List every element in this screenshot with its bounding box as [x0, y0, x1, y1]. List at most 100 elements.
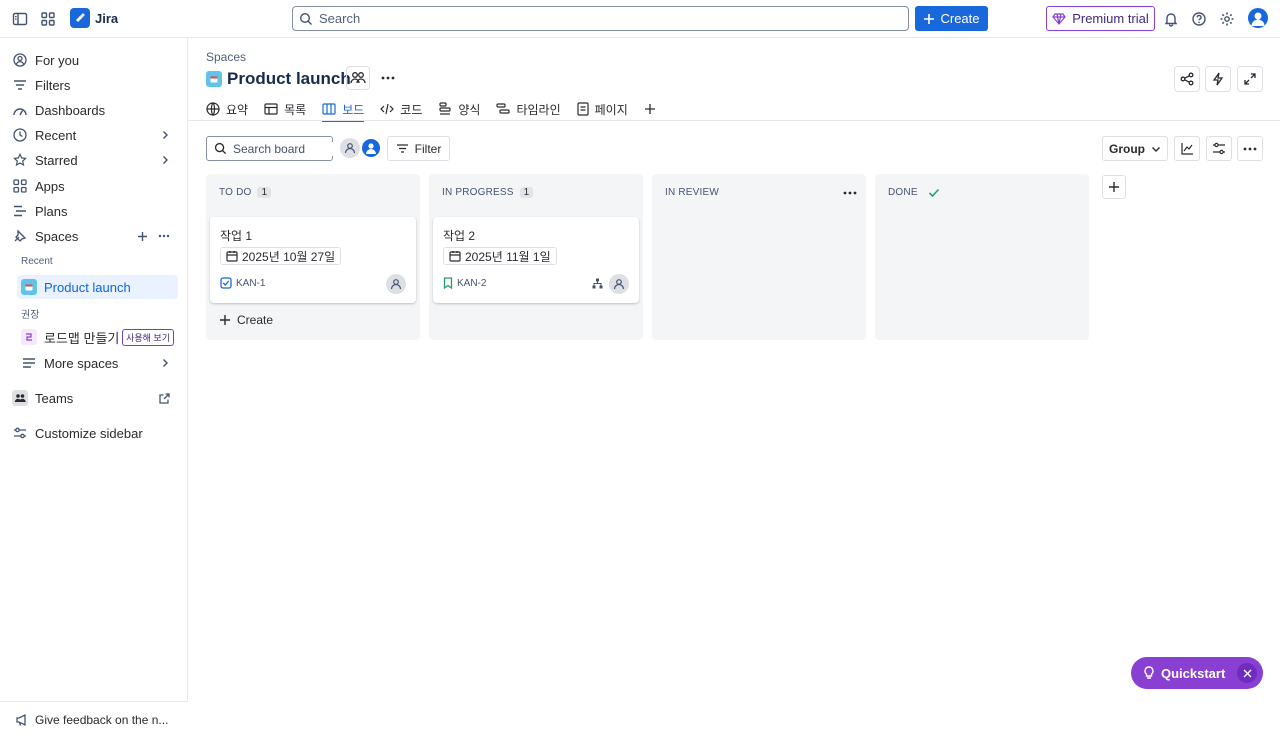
- page-title: Product launch: [227, 69, 351, 88]
- more-options-icon[interactable]: [843, 191, 857, 195]
- issue-card[interactable]: 작업 2 2025년 11월 1일 KAN-2: [433, 217, 639, 303]
- jira-logo-icon[interactable]: [70, 8, 90, 28]
- automation-lightning-icon[interactable]: [1205, 66, 1231, 92]
- more-options-icon[interactable]: [381, 76, 395, 80]
- sidebar-item-more-spaces[interactable]: More spaces: [17, 351, 178, 375]
- spaces-icon: [12, 228, 28, 244]
- premium-trial-button[interactable]: Premium trial: [1046, 6, 1155, 31]
- share-icon[interactable]: [1174, 66, 1200, 92]
- column-header: TO DO 1: [219, 187, 272, 198]
- create-issue-button[interactable]: Create: [219, 313, 273, 327]
- sidebar-item-filters[interactable]: Filters: [8, 73, 178, 97]
- sidebar-toggle-icon[interactable]: [8, 7, 32, 31]
- try-it-badge[interactable]: 사용해 보기: [122, 329, 174, 346]
- fullscreen-icon[interactable]: [1237, 66, 1263, 92]
- sidebar-item-product-launch[interactable]: Product launch: [17, 275, 178, 299]
- add-column-button[interactable]: [1102, 175, 1126, 199]
- insights-chart-icon[interactable]: [1174, 136, 1200, 161]
- sidebar-item-spaces[interactable]: Spaces: [8, 224, 178, 248]
- sidebar-item-starred[interactable]: Starred: [8, 148, 178, 172]
- settings-gear-icon[interactable]: [1215, 7, 1239, 31]
- search-input[interactable]: [319, 11, 879, 26]
- create-label: Create: [940, 11, 980, 26]
- tab-code[interactable]: 코드: [380, 98, 422, 120]
- tab-forms[interactable]: 양식: [438, 98, 480, 120]
- clock-icon: [12, 127, 28, 143]
- sidebar-item-for-you[interactable]: For you: [8, 48, 178, 72]
- user-avatar-filter[interactable]: [360, 137, 382, 159]
- sidebar-item-roadmap[interactable]: 로드맵 만들기 사용해 보기: [17, 325, 178, 349]
- sidebar-item-label: Starred: [35, 152, 78, 168]
- quickstart-button[interactable]: Quickstart: [1131, 657, 1263, 689]
- sidebar-item-plans[interactable]: Plans: [8, 199, 178, 223]
- tab-pages[interactable]: 페이지: [577, 98, 628, 120]
- give-feedback-button[interactable]: Give feedback on the n...: [0, 701, 188, 738]
- sidebar-item-label: Recent: [35, 127, 77, 143]
- sidebar-group-recent: Recent: [21, 256, 53, 267]
- issue-key-text: KAN-2: [457, 277, 487, 289]
- plus-icon[interactable]: [137, 231, 148, 242]
- board-column-in-progress: IN PROGRESS 1 작업 2 2025년 11월 1일 KAN-2: [429, 174, 643, 340]
- due-date-badge[interactable]: 2025년 11월 1일: [443, 247, 557, 265]
- sidebar-item-dashboards[interactable]: Dashboards: [8, 98, 178, 122]
- due-date: 2025년 10월 27일: [242, 249, 336, 264]
- sidebar-item-recent[interactable]: Recent: [8, 123, 178, 147]
- chevron-right-icon[interactable]: [160, 358, 170, 368]
- column-count: 1: [519, 187, 534, 198]
- board-search[interactable]: [206, 136, 333, 161]
- team-access-icon[interactable]: [346, 66, 370, 90]
- sidebar-item-teams[interactable]: Teams: [8, 386, 178, 410]
- app-name[interactable]: Jira: [95, 11, 118, 26]
- column-header: IN REVIEW: [665, 187, 719, 198]
- assignee-avatar[interactable]: [609, 274, 629, 294]
- assignee-avatar[interactable]: [386, 274, 406, 294]
- user-avatar[interactable]: [1248, 8, 1268, 28]
- due-date-badge[interactable]: 2025년 10월 27일: [220, 247, 342, 265]
- bookmark-icon: [443, 277, 453, 289]
- hierarchy-icon[interactable]: [592, 278, 603, 289]
- breadcrumb[interactable]: Spaces: [206, 50, 246, 64]
- tab-summary[interactable]: 요약: [206, 98, 248, 120]
- column-title: IN REVIEW: [665, 187, 720, 198]
- board-search-input[interactable]: [233, 141, 333, 156]
- close-icon[interactable]: [1237, 663, 1257, 683]
- notifications-bell-icon[interactable]: [1159, 7, 1183, 31]
- sidebar-item-label: Customize sidebar: [35, 425, 143, 441]
- app-switcher-icon[interactable]: [36, 7, 60, 31]
- globe-icon: [206, 102, 220, 116]
- add-tab-button[interactable]: [644, 98, 656, 120]
- dashboard-icon: [12, 102, 28, 118]
- help-icon[interactable]: [1187, 7, 1211, 31]
- column-title: IN PROGRESS: [442, 187, 514, 198]
- global-search[interactable]: [292, 6, 909, 31]
- check-icon: [928, 188, 940, 198]
- issue-card[interactable]: 작업 1 2025년 10월 27일 KAN-1: [210, 217, 416, 303]
- group-dropdown[interactable]: Group: [1102, 136, 1168, 161]
- filter-lines-icon: [12, 77, 28, 93]
- more-options-icon[interactable]: [1237, 136, 1263, 161]
- filter-button[interactable]: Filter: [387, 136, 450, 161]
- issue-key[interactable]: KAN-2: [443, 277, 486, 289]
- tab-label: 코드: [400, 102, 423, 117]
- issue-key[interactable]: KAN-1: [220, 277, 265, 289]
- tab-label: 목록: [284, 102, 307, 117]
- tab-label: 양식: [458, 102, 481, 117]
- filter-label: Filter: [414, 141, 442, 156]
- chevron-right-icon[interactable]: [160, 155, 170, 165]
- view-settings-icon[interactable]: [1206, 136, 1232, 161]
- sidebar-item-customize[interactable]: Customize sidebar: [8, 421, 178, 445]
- external-link-icon[interactable]: [159, 392, 170, 404]
- tab-list[interactable]: 목록: [264, 98, 306, 120]
- more-options-icon[interactable]: [158, 234, 170, 238]
- create-button[interactable]: Create: [915, 6, 988, 31]
- tab-board[interactable]: 보드: [322, 98, 365, 122]
- main-content: Spaces Product launch 요약 목록 보드 코드 양식 타임라…: [188, 38, 1280, 700]
- calendar-icon: [449, 250, 461, 262]
- teams-icon: [12, 390, 28, 406]
- board-column-done: DONE: [875, 174, 1089, 340]
- sidebar-item-apps[interactable]: Apps: [8, 174, 178, 198]
- tab-timeline[interactable]: 타임라인: [496, 98, 561, 120]
- chevron-right-icon[interactable]: [160, 130, 170, 140]
- unassigned-avatar[interactable]: [340, 138, 360, 158]
- card-title: 작업 2: [443, 229, 476, 243]
